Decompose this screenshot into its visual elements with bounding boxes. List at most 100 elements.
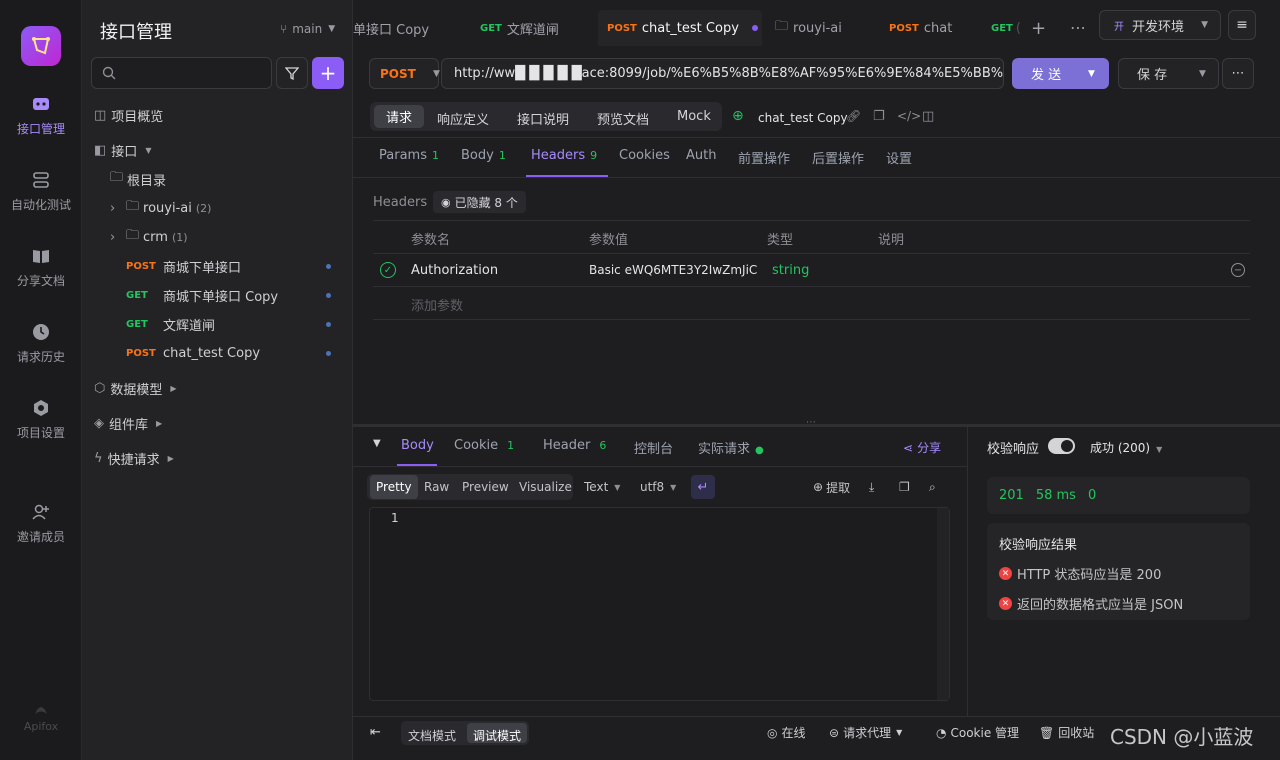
mode-preview-doc[interactable]: 预览文档 [597,109,649,128]
rail-item-api[interactable]: 接口管理 [0,94,82,137]
panel-splitter[interactable] [353,424,1280,427]
result-item: ✕ 返回的数据格式应当是 JSON [999,594,1183,613]
overview-icon: ◫ [94,107,107,123]
share-button[interactable]: ⋖ 分享 [903,439,941,456]
link-icon[interactable]: 🔗︎ [846,109,861,123]
nav-data-model[interactable]: ⬡ 数据模型 ▶ [94,375,177,401]
scrollbar[interactable] [937,508,949,700]
tab-item-active[interactable]: POST chat_test Copy [598,10,762,46]
add-param[interactable]: 添加参数 [411,295,463,314]
app-logo-icon[interactable] [21,26,61,66]
unsaved-dot-icon [751,25,758,31]
rail-item-settings[interactable]: 项目设置 [0,398,82,441]
more-tabs-button[interactable]: ⋯ [1070,18,1086,37]
tab-item[interactable]: GET 文辉道闸 [480,10,580,46]
debug-mode-button[interactable]: 调试模式 [473,727,521,744]
copy-icon[interactable]: ❐ [873,109,885,124]
mode-response-def[interactable]: 响应定义 [437,109,489,128]
rail-item-invite[interactable]: 邀请成员 [0,502,82,545]
format-pretty[interactable]: Pretty [370,475,418,499]
send-button[interactable]: 发 送 ▼ [1012,58,1109,89]
add-button[interactable]: + [312,57,344,89]
wrap-toggle[interactable]: ↵ [691,475,715,499]
encoding-select[interactable]: utf8 ▼ [640,475,676,499]
resp-tab-actual-request[interactable]: 实际请求 ● [698,438,764,457]
new-tab-button[interactable]: + [1031,18,1046,39]
header-name[interactable]: Authorization [411,263,498,278]
nav-api[interactable]: ◧ 接口 ▼ [94,137,151,163]
filter-button[interactable] [276,57,308,89]
tab-item[interactable]: 🗀 rouyi-ai [775,10,865,46]
remove-icon[interactable]: − [1231,263,1245,277]
hidden-headers-toggle[interactable]: ◉ 已隐藏 8 个 [433,191,526,213]
nav-overview[interactable]: ◫ 项目概览 [94,102,163,128]
resp-tab-cookie[interactable]: Cookie 1 [454,438,514,453]
tree-api-item[interactable]: GET 文辉道闸 [126,311,346,337]
tab-item[interactable]: 单接口 Copy [353,10,445,46]
tree-folder[interactable]: › 🗀 rouyi-ai (2) [110,195,211,221]
tree-api-item[interactable]: POST chat_test Copy [126,340,346,366]
save-button[interactable]: 保 存 ▼ [1118,58,1219,89]
url-input[interactable]: http://ww█ █ █ █ █ace:8099/job/%E6%B5%8B… [441,58,1004,89]
resp-tab-console[interactable]: 控制台 [634,438,673,457]
code-icon[interactable]: </> [897,109,921,123]
tab-item[interactable]: POST chat [889,10,959,46]
branch-selector[interactable]: ⑂ main ▼ [280,22,335,36]
search-input[interactable] [122,65,262,81]
enabled-check-icon[interactable]: ✓ [380,262,396,278]
doc-mode-button[interactable]: 文档模式 [408,727,456,744]
tab-auth[interactable]: Auth [686,148,716,163]
mode-mock[interactable]: Mock [677,109,711,124]
status-select[interactable]: 成功 (200) ▼ [1090,439,1162,456]
panel-icon[interactable]: ◫ [922,109,934,124]
collapse-sidebar-icon[interactable]: ⇤ [370,725,381,740]
tab-item[interactable]: GET( [991,10,1025,46]
header-type[interactable]: string [772,263,809,278]
cookie-manager[interactable]: ◔ Cookie 管理 [936,724,1019,741]
nav-components[interactable]: ◈ 组件库 ▶ [94,410,162,436]
env-selector[interactable]: 开 开发环境 ▼ [1099,10,1221,40]
tab-cookies[interactable]: Cookies [619,148,670,163]
resp-tab-body[interactable]: Body [401,438,434,453]
mode-api-doc[interactable]: 接口说明 [517,109,569,128]
copy-icon[interactable]: ❐ [899,475,910,499]
menu-button[interactable]: ≡ [1228,10,1256,40]
rail-item-history[interactable]: 请求历史 [0,322,82,365]
hamburger-icon: ≡ [1236,17,1248,33]
drag-handle-icon[interactable]: ⋯ [806,417,816,428]
search-icon[interactable]: ⌕ [929,475,936,499]
resp-tab-header[interactable]: Header 6 [543,438,606,453]
response-body-editor[interactable]: 1 [369,507,950,701]
tab-pre-ops[interactable]: 前置操作 [738,148,790,167]
request-proxy[interactable]: ⊜ 请求代理 ▼ [829,724,902,741]
rail-item-share-docs[interactable]: 分享文档 [0,246,82,289]
tab-post-ops[interactable]: 后置操作 [812,148,864,167]
more-button[interactable]: ⋯ [1222,58,1254,89]
tab-body[interactable]: Body 1 [461,148,506,163]
method-select[interactable]: POST ▼ [369,58,440,89]
search-box[interactable] [91,57,272,89]
format-visualize[interactable]: Visualize [519,475,572,499]
online-status[interactable]: ◎ 在线 [767,724,806,741]
tab-params[interactable]: Params 1 [379,148,439,163]
rail-item-automation[interactable]: 自动化测试 [0,170,82,213]
download-icon[interactable]: ⤓ [869,475,874,499]
tab-settings[interactable]: 设置 [886,148,912,167]
trash-button[interactable]: 🗑︎ 回收站 [1039,724,1094,741]
tab-headers[interactable]: Headers 9 [531,148,597,163]
tree-api-item[interactable]: POST 商城下单接口 [126,253,346,279]
validate-toggle[interactable] [1048,438,1075,454]
format-preview[interactable]: Preview [462,475,509,499]
text-select[interactable]: Text ▼ [584,475,620,499]
chevron-down-icon: ▼ [328,24,336,34]
header-value[interactable]: Basic eWQ6MTE3Y2IwZmJiC [589,263,765,277]
tree-folder[interactable]: › 🗀 crm (1) [110,224,188,250]
mode-request[interactable]: 请求 [374,105,424,128]
collapse-icon[interactable]: ▼ [373,438,381,449]
tree-api-item[interactable]: GET 商城下单接口 Copy [126,282,346,308]
format-raw[interactable]: Raw [424,475,449,499]
chevron-right-icon: › [110,200,116,216]
nav-quick-request[interactable]: ϟ 快捷请求 ▶ [94,445,174,471]
tree-root[interactable]: 🗀 根目录 [110,166,166,192]
extract-button[interactable]: ⊕ 提取 [813,475,850,499]
